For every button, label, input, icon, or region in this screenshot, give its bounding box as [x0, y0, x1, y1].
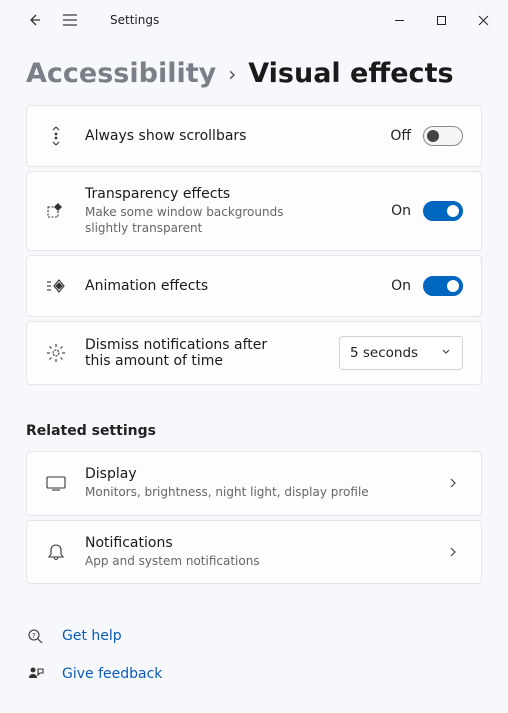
minimize-button[interactable] — [378, 4, 420, 36]
notifications-title: Notifications — [85, 535, 443, 551]
monitor-icon — [45, 472, 67, 494]
close-button[interactable] — [462, 4, 504, 36]
breadcrumb-parent[interactable]: Accessibility — [26, 58, 216, 89]
dismiss-value: 5 seconds — [350, 345, 418, 361]
animation-icon — [45, 275, 67, 297]
chevron-right-icon — [443, 473, 463, 493]
get-help-label: Get help — [62, 628, 122, 644]
brightness-icon — [45, 342, 67, 364]
scrollbars-label: Always show scrollbars — [85, 128, 390, 144]
minimize-icon — [394, 15, 405, 26]
breadcrumb-current: Visual effects — [248, 58, 453, 89]
display-sub: Monitors, brightness, night light, displ… — [85, 484, 405, 500]
chevron-right-icon — [443, 542, 463, 562]
dismiss-label: Dismiss notifications after this amount … — [85, 337, 285, 369]
scrollbars-toggle[interactable] — [423, 126, 463, 146]
transparency-label: Transparency effects — [85, 186, 391, 202]
app-title: Settings — [110, 13, 159, 27]
display-link[interactable]: Display Monitors, brightness, night ligh… — [26, 451, 482, 515]
animation-state: On — [391, 278, 411, 294]
feedback-link[interactable]: Give feedback — [26, 664, 482, 684]
animation-row: Animation effects On — [26, 255, 482, 317]
breadcrumb: Accessibility › Visual effects — [0, 40, 508, 105]
get-help-link[interactable]: ? Get help — [26, 626, 482, 646]
transparency-toggle[interactable] — [423, 201, 463, 221]
transparency-icon — [45, 200, 67, 222]
chevron-right-icon: › — [228, 62, 236, 86]
help-icon: ? — [26, 626, 46, 646]
back-button[interactable] — [20, 6, 48, 34]
svg-text:?: ? — [32, 632, 36, 640]
animation-label: Animation effects — [85, 278, 391, 294]
maximize-button[interactable] — [420, 4, 462, 36]
feedback-label: Give feedback — [62, 666, 162, 682]
notifications-sub: App and system notifications — [85, 553, 325, 569]
scrollbars-row: Always show scrollbars Off — [26, 105, 482, 167]
feedback-icon — [26, 664, 46, 684]
transparency-row: Transparency effects Make some window ba… — [26, 171, 482, 251]
titlebar: Settings — [0, 0, 508, 40]
bell-icon — [45, 541, 67, 563]
dismiss-row: Dismiss notifications after this amount … — [26, 321, 482, 385]
menu-button[interactable] — [56, 6, 84, 34]
animation-toggle[interactable] — [423, 276, 463, 296]
hamburger-icon — [62, 13, 78, 27]
maximize-icon — [436, 15, 447, 26]
display-title: Display — [85, 466, 443, 482]
chevron-down-icon — [440, 345, 452, 361]
scrollbars-state: Off — [390, 128, 411, 144]
arrow-left-icon — [26, 12, 42, 28]
dismiss-dropdown[interactable]: 5 seconds — [339, 336, 463, 370]
transparency-state: On — [391, 203, 411, 219]
close-icon — [478, 15, 489, 26]
transparency-sub: Make some window backgrounds slightly tr… — [85, 204, 325, 236]
scrollbar-icon — [45, 125, 67, 147]
notifications-link[interactable]: Notifications App and system notificatio… — [26, 520, 482, 584]
related-header: Related settings — [26, 423, 482, 439]
